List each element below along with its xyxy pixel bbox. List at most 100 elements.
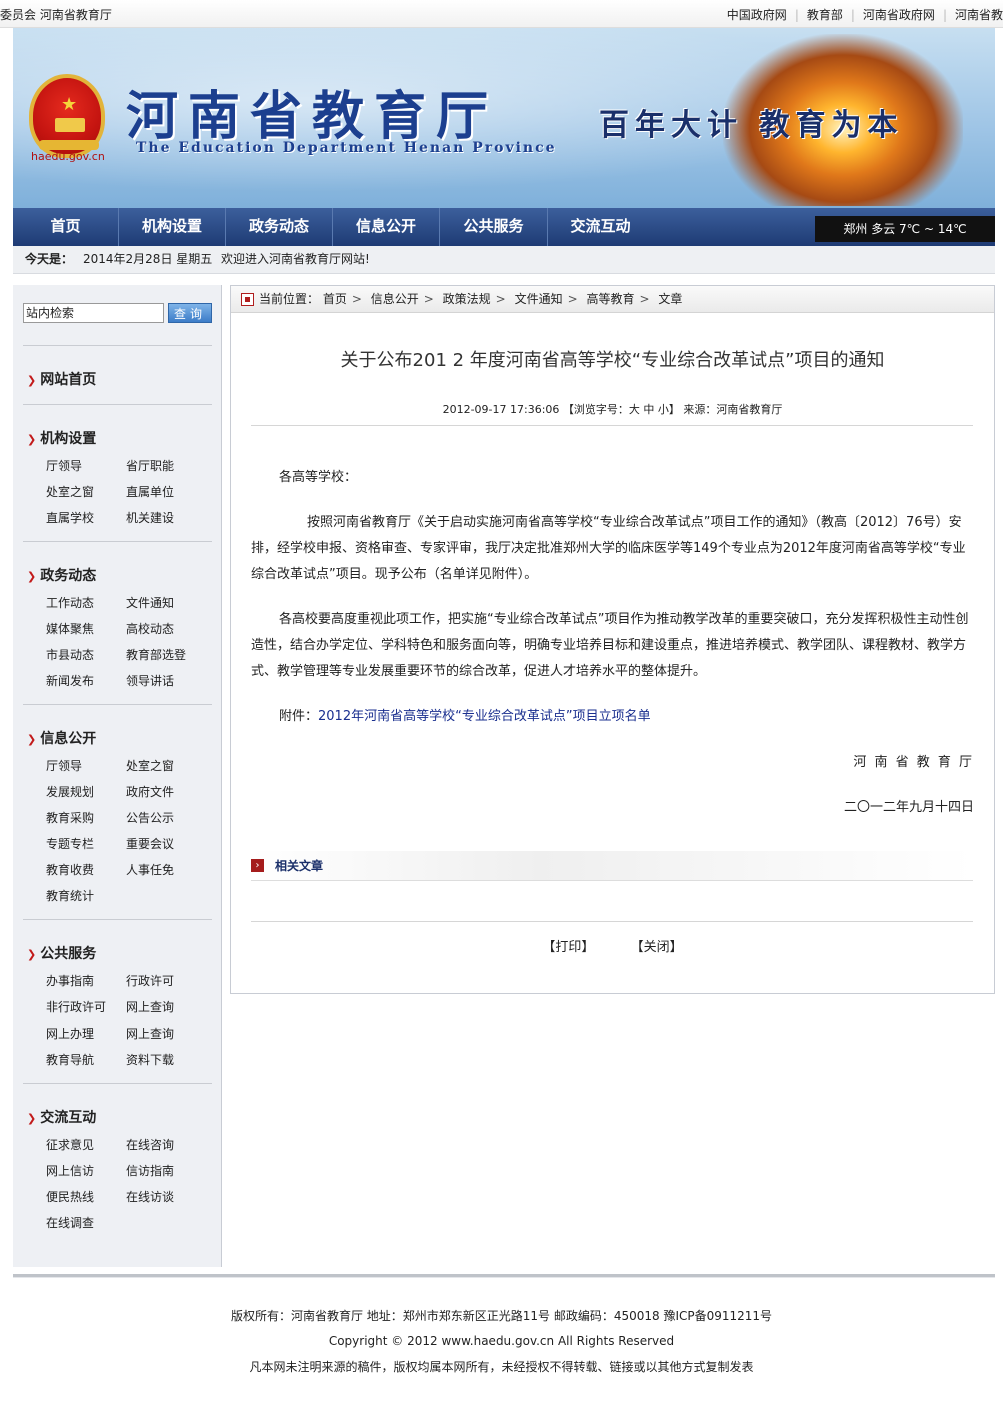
sidebar-link[interactable]: 网上信访 <box>46 1162 94 1179</box>
site-search-input[interactable]: 站内检索 <box>23 303 164 323</box>
search-button[interactable]: 查询 <box>168 303 212 323</box>
sidebar-link[interactable]: 市县动态 <box>46 646 94 663</box>
top-link-gov[interactable]: 中国政府网 <box>727 8 787 22</box>
arrow-icon: ❯ <box>27 733 37 746</box>
sidebar-link[interactable]: 高校动态 <box>126 620 174 637</box>
attachment-line: 附件：2012年河南省高等学校“专业综合改革试点”项目立项名单 <box>279 704 973 730</box>
footer-copyright-en: Copyright © 2012 www.haedu.gov.cn All Ri… <box>328 1334 675 1348</box>
attachment-link[interactable]: 2012年河南省高等学校“专业综合改革试点”项目立项名单 <box>318 709 651 724</box>
sidebar: 站内检索 查询 ❯ 网站首页 ❯ 机构设置 厅领导 省厅职能 处室之窗 直属单位 直… <box>13 285 222 1267</box>
top-link-moe[interactable]: 教育部 <box>807 8 843 22</box>
current-date: 2014年2月28日 星期五 <box>83 252 213 266</box>
footer-copyright-info: 版权所有：河南省教育厅 地址：郑州市郑东新区正光路11号 邮政编码：450018… <box>230 1309 773 1323</box>
breadcrumb-item[interactable]: 文章 <box>658 292 682 306</box>
breadcrumb-label: 当前位置： <box>259 292 320 306</box>
breadcrumb: 当前位置： 首页 > 信息公开 > 政策法规 > 文件通知 > 高等教育 > 文章 <box>231 286 994 313</box>
sidebar-link[interactable]: 媒体聚焦 <box>46 620 94 637</box>
sidebar-link[interactable]: 工作动态 <box>46 594 94 611</box>
sidebar-link[interactable]: 新闻发布 <box>46 672 94 689</box>
sidebar-link[interactable]: 行政许可 <box>126 972 174 989</box>
top-links: 中国政府网 | 教育部 | 河南省政府网 | 河南省教 <box>726 8 1003 22</box>
date-label: 今天是： <box>25 252 74 266</box>
sidebar-link[interactable]: 资料下载 <box>126 1051 174 1068</box>
article-paragraph: 按照河南省教育厅《关于启动实施河南省高等学校“专业综合改革试点”项目工作的通知》… <box>251 515 966 582</box>
sidebar-link[interactable]: 教育导航 <box>46 1051 94 1068</box>
related-articles-header: › 相关文章 <box>251 851 973 881</box>
sidebar-link[interactable]: 网上查询 <box>126 1025 174 1042</box>
nav-info-disclosure[interactable]: 信息公开 <box>333 208 440 246</box>
arrow-icon: ❯ <box>27 570 37 583</box>
sign-date: 二〇一二年九月十四日 <box>843 800 974 815</box>
breadcrumb-item[interactable]: 高等教育 <box>586 292 634 306</box>
sidebar-link[interactable]: 政府文件 <box>126 783 174 800</box>
sidebar-link[interactable]: 教育采购 <box>46 809 94 826</box>
top-links-bar: 委员会 河南省教育厅 中国政府网 | 教育部 | 河南省政府网 | 河南省教 <box>0 0 1003 28</box>
article-title: 关于公布201 2 年度河南省高等学校“专业综合改革试点”项目的通知 <box>340 350 885 371</box>
sidebar-link[interactable]: 重要会议 <box>126 835 174 852</box>
sidebar-link[interactable]: 厅领导 <box>46 457 82 474</box>
date-bar: 今天是： 2014年2月28日 星期五 欢迎进入河南省教育厅网站! <box>13 246 995 274</box>
sidebar-link[interactable]: 直属单位 <box>126 483 174 500</box>
nav-interaction[interactable]: 交流互动 <box>548 208 653 246</box>
sidebar-link[interactable]: 专题专栏 <box>46 835 94 852</box>
article-meta: 2012-09-17 17:36:06 【浏览字号：大 中 小】 来源：河南省教… <box>442 403 783 416</box>
sidebar-link[interactable]: 人事任免 <box>126 861 174 878</box>
article-actions: 【打印】 【关闭】 <box>231 936 994 955</box>
weather-widget: 郑州 多云 7℃ ~ 14℃ <box>815 216 995 242</box>
top-link-henan-edu[interactable]: 河南省教 <box>955 8 1003 22</box>
breadcrumb-item[interactable]: 文件通知 <box>515 292 563 306</box>
breadcrumb-item[interactable]: 政策法规 <box>443 292 491 306</box>
sidebar-link[interactable]: 在线调查 <box>46 1214 94 1231</box>
nav-organization[interactable]: 机构设置 <box>119 208 226 246</box>
sidebar-link[interactable]: 机关建设 <box>126 509 174 526</box>
sidebar-link[interactable]: 教育收费 <box>46 861 94 878</box>
sidebar-section-title: ❯ 信息公开 <box>27 731 97 747</box>
sidebar-link[interactable]: 在线咨询 <box>126 1136 174 1153</box>
sidebar-link[interactable]: 处室之窗 <box>126 757 174 774</box>
sidebar-link[interactable]: 教育部选登 <box>126 646 186 663</box>
sidebar-link[interactable]: 厅领导 <box>46 757 82 774</box>
header-banner: ★ haedu.gov.cn 河南省教育厅 The Education Depa… <box>13 28 995 208</box>
sidebar-link[interactable]: 网上查询 <box>126 998 174 1015</box>
sidebar-link[interactable]: 省厅职能 <box>126 457 174 474</box>
chevron-right-icon: › <box>251 859 264 872</box>
sidebar-link[interactable]: 在线访谈 <box>126 1188 174 1205</box>
sidebar-link[interactable]: 非行政许可 <box>46 998 106 1015</box>
nav-government-affairs[interactable]: 政务动态 <box>226 208 333 246</box>
related-label: 相关文章 <box>275 859 324 873</box>
sidebar-link[interactable]: 发展规划 <box>46 783 94 800</box>
print-button[interactable]: 【打印】 <box>542 940 594 955</box>
sidebar-link[interactable]: 直属学校 <box>46 509 94 526</box>
sidebar-link[interactable]: 文件通知 <box>126 594 174 611</box>
sidebar-link[interactable]: 处室之窗 <box>46 483 94 500</box>
signer: 河 南 省 教 育 厅 <box>853 755 974 770</box>
nav-home[interactable]: 首页 <box>13 208 119 246</box>
nav-public-service[interactable]: 公共服务 <box>440 208 548 246</box>
sidebar-link[interactable]: 便民热线 <box>46 1188 94 1205</box>
top-left-text: 委员会 河南省教育厅 <box>0 8 112 22</box>
site-domain: haedu.gov.cn <box>31 150 105 163</box>
sidebar-link[interactable]: 领导讲话 <box>126 672 174 689</box>
site-subtitle: The Education Department Henan Province <box>136 140 557 156</box>
national-emblem-icon: ★ <box>29 74 105 158</box>
main-nav: 首页 机构设置 政务动态 信息公开 公共服务 交流互动 郑州 多云 7℃ ~ 1… <box>13 208 995 246</box>
salutation: 各高等学校： <box>279 470 358 485</box>
attachment-label: 附件： <box>279 709 319 724</box>
sidebar-section-title: ❯ 政务动态 <box>27 568 97 584</box>
sidebar-link[interactable]: 信访指南 <box>126 1162 174 1179</box>
site-title[interactable]: 河南省教育厅 <box>126 74 498 149</box>
sidebar-link[interactable]: 办事指南 <box>46 972 94 989</box>
arrow-icon: ❯ <box>27 948 37 961</box>
sidebar-link[interactable]: 征求意见 <box>46 1136 94 1153</box>
arrow-icon: ❯ <box>27 374 37 387</box>
sidebar-link[interactable]: 网上办理 <box>46 1025 94 1042</box>
breadcrumb-item[interactable]: 信息公开 <box>371 292 419 306</box>
sidebar-link[interactable]: 教育统计 <box>46 887 94 904</box>
top-link-henan-gov[interactable]: 河南省政府网 <box>863 8 935 22</box>
sidebar-link[interactable]: 公告公示 <box>126 809 174 826</box>
breadcrumb-item[interactable]: 首页 <box>323 292 347 306</box>
article-paragraph: 各高校要高度重视此项工作，把实施“专业综合改革试点”项目作为推动教学改革的重要突… <box>251 612 969 679</box>
sidebar-home[interactable]: ❯ 网站首页 <box>27 369 96 389</box>
sidebar-section-title: ❯ 公共服务 <box>27 946 97 962</box>
close-button[interactable]: 【关闭】 <box>631 940 683 955</box>
